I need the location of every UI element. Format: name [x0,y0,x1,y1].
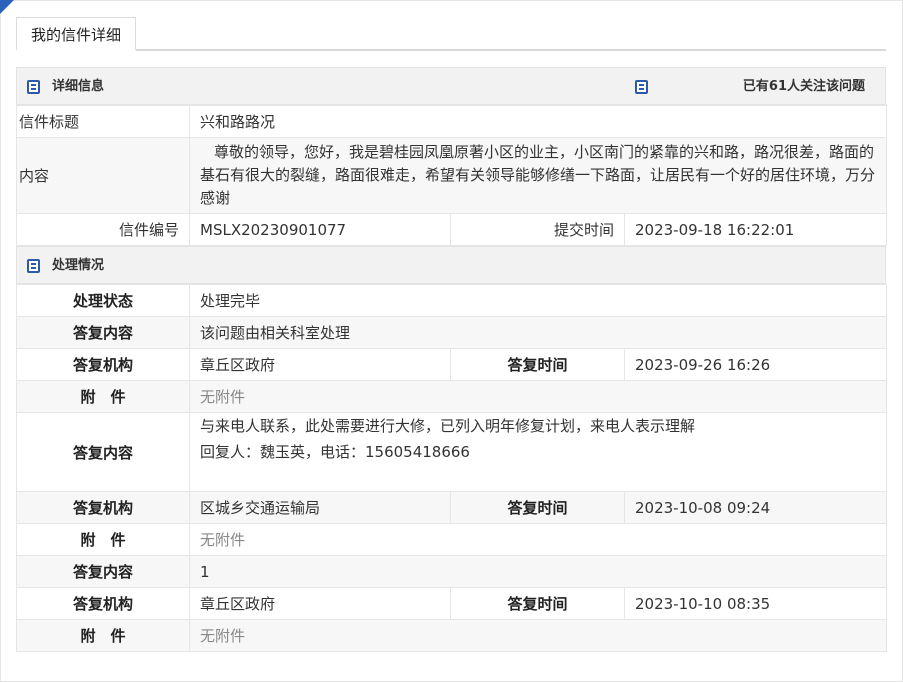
reply-time-value: 2023-10-10 08:35 [623,587,888,620]
attachment-label: 附 件 [16,523,190,556]
subject-label: 信件标题 [16,105,190,138]
status-label: 处理状态 [16,284,190,317]
corner-accent [0,0,14,14]
submit-time-label: 提交时间 [450,213,625,246]
tab-letter-detail[interactable]: 我的信件详细 [16,17,137,51]
reply-org-row: 答复机构 区城乡交通运输局 答复时间 2023-10-08 09:24 [16,491,888,524]
document-icon [635,80,648,94]
subject-value: 兴和路路况 [188,105,888,138]
reply-content-value: 与来电人联系，此处需要进行大修，已列入明年修复计划，来电人表示理解 回复人：魏玉… [188,412,888,492]
reply-content-label: 答复内容 [16,555,190,588]
attachment-label: 附 件 [16,619,190,652]
reply-org-value: 章丘区政府 [189,587,451,620]
handling-table: 处理状态 处理完毕 答复内容 该问题由相关科室处理 答复机构 章丘区政府 答复时… [16,284,888,652]
reply-content-row: 答复内容 该问题由相关科室处理 [16,316,888,349]
reply-content-row: 答复内容 与来电人联系，此处需要进行大修，已列入明年修复计划，来电人表示理解 回… [16,412,888,492]
reply-org-label: 答复机构 [16,587,190,620]
detail-section-title: 详细信息 [52,79,105,94]
reply-content-row: 答复内容 1 [16,555,888,588]
reply-org-label: 答复机构 [16,348,190,381]
letter-number-value: MSLX20230901077 [189,213,451,246]
detail-table: 信件标题 兴和路路况 内容 尊敬的领导，您好，我是碧桂园凤凰原著小区的业主，小区… [16,105,888,246]
attachment-row: 附 件 无附件 [16,619,888,652]
status-value: 处理完毕 [188,284,888,317]
letter-number-label: 信件编号 [16,213,190,246]
attachment-value: 无附件 [188,380,888,413]
reply-time-value: 2023-09-26 16:26 [623,348,888,381]
reply-content-label: 答复内容 [16,412,190,492]
attachment-value: 无附件 [188,523,888,556]
reply-time-label: 答复时间 [450,491,625,524]
reply-time-value: 2023-10-08 09:24 [623,491,888,524]
number-row: 信件编号 MSLX20230901077 提交时间 2023-09-18 16:… [16,213,888,246]
content-row: 内容 尊敬的领导，您好，我是碧桂园凤凰原著小区的业主，小区南门的紧靠的兴和路，路… [16,137,888,214]
attachment-value: 无附件 [188,619,888,652]
attachment-row: 附 件 无附件 [16,523,888,556]
handling-section-title: 处理情况 [52,258,105,273]
reply-org-row: 答复机构 章丘区政府 答复时间 2023-09-26 16:26 [16,348,888,381]
attachment-label: 附 件 [16,380,190,413]
status-row: 处理状态 处理完毕 [16,284,888,317]
reply-org-value: 章丘区政府 [189,348,451,381]
reply-content-label: 答复内容 [16,316,190,349]
tab-bar: 我的信件详细 [16,17,886,51]
reply-time-label: 答复时间 [450,348,625,381]
document-icon [27,259,40,273]
reply-contact-line: 回复人：魏玉英，电话：15605418666 [200,443,470,461]
follow-count-text: 已有61人关注该问题 [742,79,865,94]
reply-org-row: 答复机构 章丘区政府 答复时间 2023-10-10 08:35 [16,587,888,620]
reply-content-value: 1 [188,555,888,588]
reply-org-label: 答复机构 [16,491,190,524]
subject-row: 信件标题 兴和路路况 [16,105,888,138]
reply-content-line: 与来电人联系，此处需要进行大修，已列入明年修复计划，来电人表示理解 [200,417,696,435]
content-label: 内容 [16,137,190,214]
handling-section-header: 处理情况 [16,246,886,284]
content-value: 尊敬的领导，您好，我是碧桂园凤凰原著小区的业主，小区南门的紧靠的兴和路，路况很差… [188,137,888,214]
reply-content-value: 该问题由相关科室处理 [188,316,888,349]
detail-section-header: 详细信息 已有61人关注该问题 [16,67,886,105]
document-icon [27,80,40,94]
letter-detail-panel: 详细信息 已有61人关注该问题 信件标题 兴和路路况 内容 尊敬的领导，您好，我… [16,67,888,652]
attachment-row: 附 件 无附件 [16,380,888,413]
reply-org-value: 区城乡交通运输局 [189,491,451,524]
reply-time-label: 答复时间 [450,587,625,620]
submit-time-value: 2023-09-18 16:22:01 [623,213,888,246]
